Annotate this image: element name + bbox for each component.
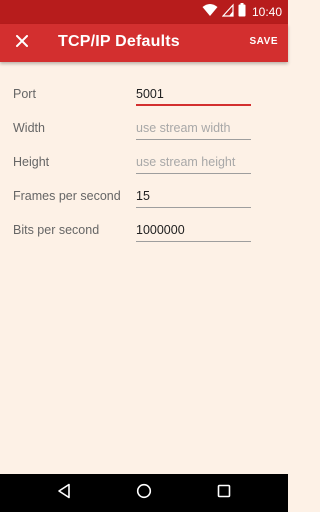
status-bar: 10:40	[0, 0, 288, 24]
bps-input[interactable]	[136, 220, 251, 242]
width-label: Width	[13, 121, 45, 135]
close-icon	[15, 34, 29, 52]
recents-button[interactable]	[214, 483, 234, 503]
app-bar: TCP/IP Defaults SAVE	[0, 24, 288, 62]
battery-icon	[238, 2, 246, 22]
wifi-icon	[202, 3, 218, 22]
back-button[interactable]	[54, 483, 74, 503]
status-time: 10:40	[251, 5, 282, 19]
height-input[interactable]	[136, 152, 251, 174]
bps-label: Bits per second	[13, 223, 100, 237]
home-button[interactable]	[134, 483, 154, 503]
fps-label: Frames per second	[13, 189, 121, 203]
back-icon	[57, 483, 71, 504]
signal-icon	[221, 2, 234, 22]
navigation-bar	[0, 474, 288, 512]
bps-row: Bits per second	[0, 216, 288, 246]
port-label: Port	[13, 87, 36, 101]
height-label: Height	[13, 155, 50, 169]
save-button[interactable]: SAVE	[250, 36, 279, 47]
width-input[interactable]	[136, 118, 251, 140]
fps-row: Frames per second	[0, 182, 288, 212]
fps-input[interactable]	[136, 186, 251, 208]
recents-icon	[217, 484, 231, 503]
home-icon	[136, 483, 152, 504]
height-row: Height	[0, 148, 288, 178]
width-row: Width	[0, 114, 288, 144]
port-input[interactable]	[136, 84, 251, 106]
close-button[interactable]	[10, 32, 34, 54]
page-title: TCP/IP Defaults	[58, 33, 180, 50]
status-icons: 10:40	[202, 2, 282, 22]
port-row: Port	[0, 80, 288, 110]
